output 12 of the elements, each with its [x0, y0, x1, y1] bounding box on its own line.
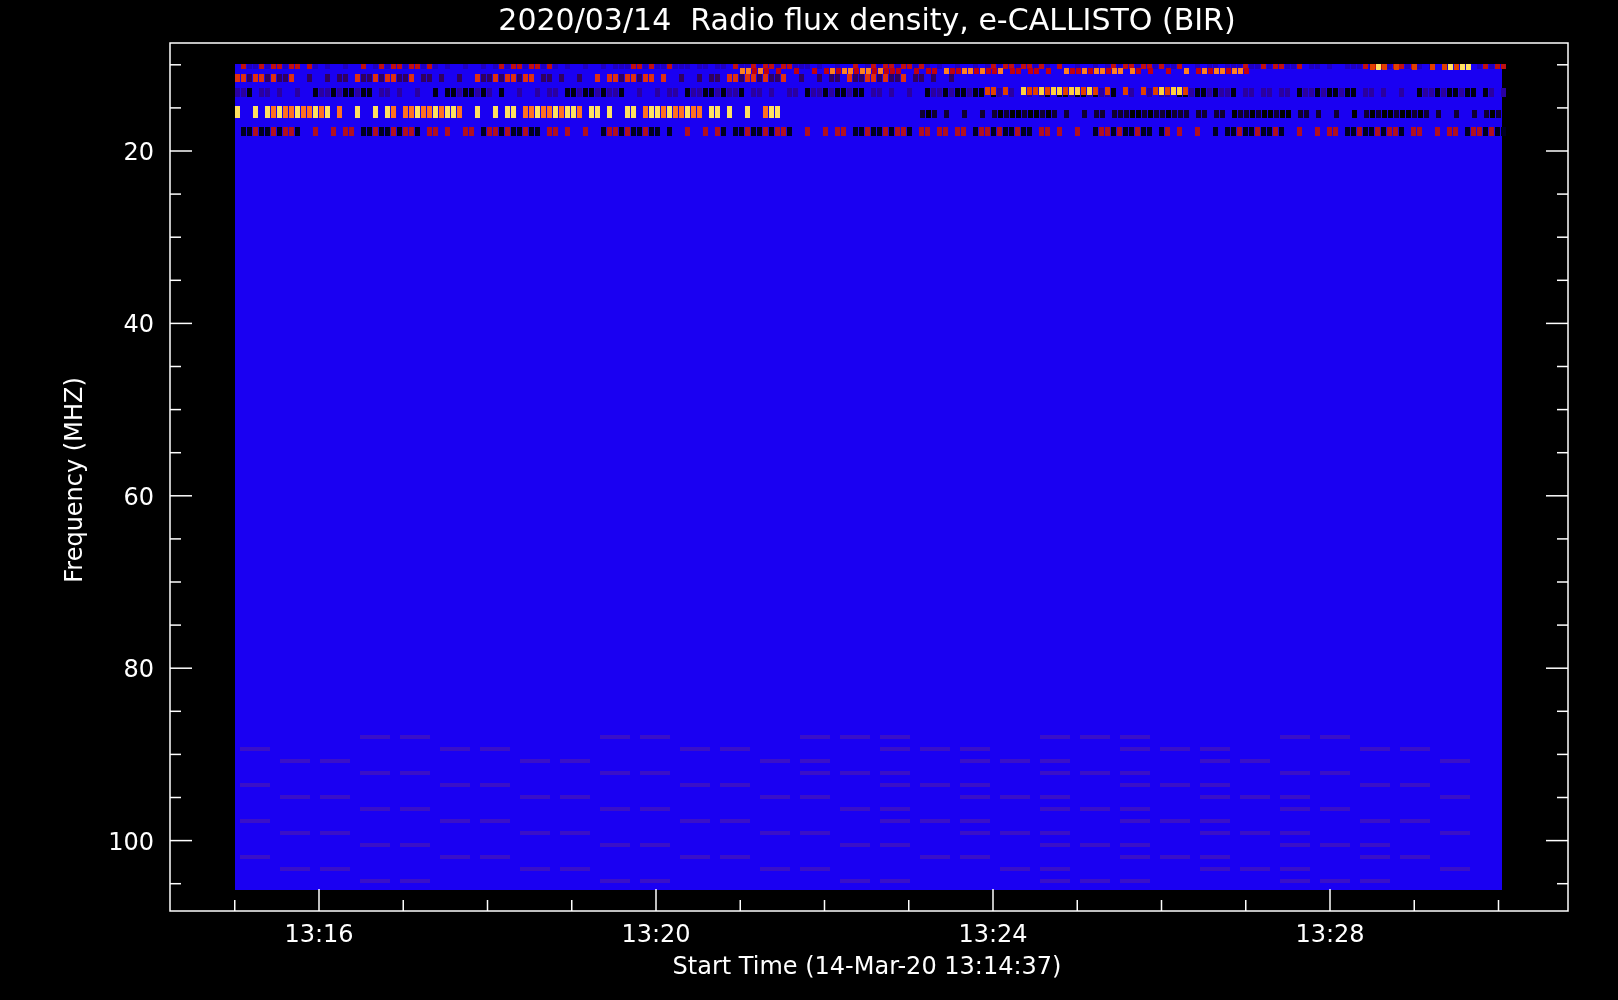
axis-label: Frequency (MHZ) [60, 377, 88, 583]
tick-label: 20 [123, 138, 154, 166]
tick-label: 13:16 [284, 920, 354, 948]
tick-label: 60 [123, 482, 154, 511]
plot-title: 2020/03/14 Radio flux density, e-CALLISTO (BIR) [498, 2, 1236, 37]
tick-label: 40 [123, 310, 154, 339]
tick-label: 80 [123, 655, 154, 684]
tick-label: 13:24 [958, 920, 1028, 948]
tick-label: 13:28 [1295, 920, 1365, 948]
tick-label: 13:20 [621, 920, 691, 948]
tick-label: 100 [108, 827, 154, 856]
axis-label: Start Time (14-Mar-20 13:14:37) [672, 952, 1062, 980]
